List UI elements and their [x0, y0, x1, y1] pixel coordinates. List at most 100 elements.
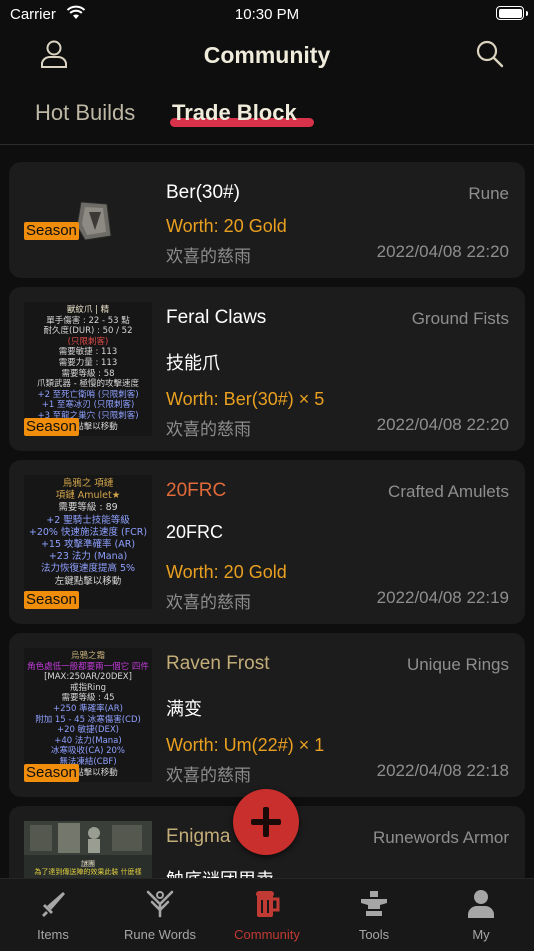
tooltip-line: 左鍵點擊以移動 — [54, 575, 122, 587]
item-name: Feral Claws — [166, 307, 267, 328]
tooltip-line: 單手傷害 : 22 - 53 點 — [46, 315, 130, 326]
tooltip-line: +15 攻擊準確率 (AR) — [40, 539, 136, 551]
tab-items[interactable]: Items — [0, 879, 106, 951]
item-category: Runewords Armor — [372, 828, 509, 847]
item-worth: Worth: Ber(30#) × 5 — [166, 389, 325, 409]
listing-card[interactable]: Season Ber(30#) Rune Worth: 20 Gold 欢喜的慈… — [9, 162, 525, 278]
tab-label: My — [472, 927, 490, 942]
item-category: Ground Fists — [411, 309, 509, 328]
item-name: 20FRC — [166, 480, 227, 501]
season-badge: Season — [24, 222, 79, 240]
tab-label: Rune Words — [123, 927, 196, 942]
tooltip-line: 耐久度(DUR) : 50 / 52 — [43, 326, 133, 337]
tooltip-line: 戒指Ring — [69, 682, 107, 693]
tooltip-line: 法力恢復速度提高 5% — [40, 563, 136, 575]
person-icon — [465, 888, 497, 920]
item-worth: Worth: 20 Gold — [166, 216, 287, 236]
tooltip-line: 為了達到傳送陣的效果此裝 什麼樣 — [34, 868, 142, 876]
season-badge: Season — [24, 418, 79, 436]
post-date: 2022/04/08 22:18 — [376, 761, 509, 780]
tab-trade-label: Trade Block — [172, 100, 297, 125]
listing-card[interactable]: 獸紋爪 | 精 單手傷害 : 22 - 53 點 耐久度(DUR) : 50 /… — [9, 287, 525, 451]
tooltip-line: 需要力量 : 113 — [58, 357, 118, 368]
anvil-icon — [358, 888, 390, 920]
search-icon[interactable] — [474, 38, 506, 70]
seller-name: 欢喜的慈雨 — [166, 420, 251, 439]
page-title: Community — [203, 42, 331, 68]
tooltip-line: +2 至死亡衛哨 (只限刺客) — [37, 389, 139, 400]
tooltip-line: 需要等級 : 89 — [58, 502, 118, 514]
tab-label: Items — [37, 927, 69, 942]
tooltip-line: +23 法力 (Mana) — [48, 551, 128, 563]
rune-icon — [144, 888, 176, 920]
tab-label: Tools — [358, 927, 390, 942]
rune-item-icon — [73, 200, 113, 242]
tab-community[interactable]: Community — [214, 879, 320, 951]
item-tooltip-image: 獸紋爪 | 精 單手傷害 : 22 - 53 點 耐久度(DUR) : 50 /… — [24, 302, 152, 436]
item-description: 20FRC — [166, 522, 224, 542]
item-worth: Worth: Um(22#) × 1 — [166, 735, 325, 755]
beer-mug-icon — [251, 888, 283, 920]
tab-trade-block[interactable]: Trade Block — [172, 100, 297, 126]
tooltip-line: +20 敏捷(DEX) — [56, 725, 119, 736]
seller-name: 欢喜的慈雨 — [166, 247, 251, 266]
item-tooltip-image: 謎團 為了達到傳送陣的效果此裝 什麼樣 — [24, 821, 152, 878]
post-date: 2022/04/08 22:20 — [376, 415, 509, 434]
segment-control: Hot Builds Trade Block — [0, 92, 534, 136]
seller-name: 欢喜的慈雨 — [166, 593, 251, 612]
tooltip-line: +250 準確率(AR) — [53, 703, 123, 714]
season-badge: Season — [24, 591, 79, 609]
post-date: 2022/04/08 22:20 — [376, 242, 509, 261]
item-name: Enigma — [166, 826, 231, 847]
tab-bar: Items Rune Words Community Tools My — [0, 878, 534, 951]
tooltip-line: 項鏈 Amulet★ — [55, 490, 121, 502]
tooltip-line: 謎團 — [81, 860, 95, 868]
sword-icon — [37, 888, 69, 920]
item-name: Ber(30#) — [166, 182, 240, 203]
tooltip-line: +1 至寒冰刃 (只限刺客) — [41, 400, 135, 411]
tooltip-lines: 謎團 為了達到傳送陣的效果此裝 什麼樣 — [24, 857, 152, 876]
tooltip-line: (只限刺客) — [67, 336, 109, 347]
tooltip-line: 角色處低一般都要兩一個它 四件 — [27, 661, 149, 672]
tooltip-line: 獸紋爪 | 精 — [66, 305, 110, 315]
status-bar: Carrier 10:30 PM — [0, 0, 534, 28]
tooltip-line: [MAX:250AR/20DEX] — [44, 672, 132, 683]
post-date: 2022/04/08 22:19 — [376, 588, 509, 607]
tooltip-line: 爪類武器 - 極慢的攻擊速度 — [37, 379, 139, 390]
tab-tools[interactable]: Tools — [321, 879, 427, 951]
item-category: Rune — [468, 184, 509, 203]
tab-rune-words[interactable]: Rune Words — [107, 879, 213, 951]
tooltip-lines: 烏鴉之霜 角色處低一般都要兩一個它 四件 [MAX:250AR/20DEX] 戒… — [24, 648, 152, 778]
tab-hot-builds[interactable]: Hot Builds — [35, 100, 135, 126]
add-listing-button[interactable] — [233, 789, 299, 855]
item-description: 技能爪 — [166, 353, 220, 373]
tooltip-line: +20% 快速施法速度 (FCR) — [28, 526, 148, 538]
season-badge: Season — [24, 764, 79, 782]
item-category: Unique Rings — [406, 655, 509, 674]
armor-preview — [24, 821, 152, 855]
tooltip-line: 冰寒吸收(CA) 20% — [51, 746, 125, 757]
clock: 10:30 PM — [234, 6, 300, 23]
item-name: Raven Frost — [166, 653, 270, 674]
tooltip-lines: 烏鴉之 項鏈 項鏈 Amulet★ 需要等級 : 89 +2 聖騎士技能等級 +… — [24, 475, 152, 588]
tab-label: Community — [234, 927, 300, 942]
item-tooltip-image: 烏鴉之霜 角色處低一般都要兩一個它 四件 [MAX:250AR/20DEX] 戒… — [24, 648, 152, 782]
tooltip-lines: 獸紋爪 | 精 單手傷害 : 22 - 53 點 耐久度(DUR) : 50 /… — [24, 302, 152, 432]
item-description: 触底谜团甩卖 — [166, 866, 274, 878]
battery-icon — [496, 6, 524, 20]
trade-list: Season Ber(30#) Rune Worth: 20 Gold 欢喜的慈… — [0, 145, 534, 878]
listing-card[interactable]: 烏鴉之 項鏈 項鏈 Amulet★ 需要等級 : 89 +2 聖騎士技能等級 +… — [9, 460, 525, 624]
listing-card[interactable]: 烏鴉之霜 角色處低一般都要兩一個它 四件 [MAX:250AR/20DEX] 戒… — [9, 633, 525, 797]
tab-my[interactable]: My — [428, 879, 534, 951]
item-worth: Worth: 20 Gold — [166, 562, 287, 582]
tooltip-line: +2 聖騎士技能等級 — [46, 514, 130, 526]
tooltip-line: +40 法力(Mana) — [54, 735, 122, 746]
tooltip-line: 需要等級 : 45 — [61, 693, 115, 704]
tooltip-line: 需要敏捷 : 113 — [58, 347, 118, 358]
tooltip-line: 附加 15 - 45 冰寒傷害(CD) — [35, 714, 141, 725]
tooltip-line: 烏鴉之霜 — [70, 651, 105, 661]
tooltip-line: 需要等級 : 58 — [61, 368, 115, 379]
item-description: 满变 — [166, 699, 202, 719]
item-tooltip-image: 烏鴉之 項鏈 項鏈 Amulet★ 需要等級 : 89 +2 聖騎士技能等級 +… — [24, 475, 152, 609]
seller-name: 欢喜的慈雨 — [166, 766, 251, 785]
